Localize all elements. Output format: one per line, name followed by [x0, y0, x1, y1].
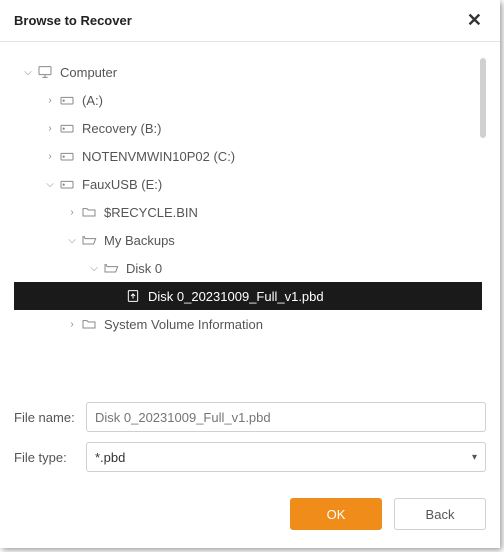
- chevron-down-icon[interactable]: ⌵: [86, 263, 102, 274]
- folder-icon: [80, 315, 98, 333]
- filetype-value: *.pbd: [95, 450, 125, 465]
- tree-label: Disk 0: [126, 261, 162, 276]
- tree-label: (A:): [82, 93, 103, 108]
- tree-node-drive-c[interactable]: › NOTENVMWIN10P02 (C:): [14, 142, 482, 170]
- folder-open-icon: [102, 259, 120, 277]
- tree-node-drive-a[interactable]: › (A:): [14, 86, 482, 114]
- tree-node-recycle[interactable]: › $RECYCLE.BIN: [14, 198, 482, 226]
- tree-node-sysvol[interactable]: › System Volume Information: [14, 310, 482, 338]
- tree-node-disk0[interactable]: ⌵ Disk 0: [14, 254, 482, 282]
- folder-open-icon: [80, 231, 98, 249]
- dialog-footer: OK Back: [0, 482, 500, 548]
- drive-icon: [58, 175, 76, 193]
- dialog-body: ⌵ Computer › (A:) › Recovery (B:): [0, 42, 500, 482]
- scrollbar[interactable]: [480, 58, 486, 392]
- monitor-icon: [36, 63, 54, 81]
- filetype-label: File type:: [14, 450, 86, 465]
- tree-node-backup-file[interactable]: Disk 0_20231009_Full_v1.pbd: [14, 282, 482, 310]
- chevron-down-icon[interactable]: ⌵: [20, 67, 36, 78]
- file-icon: [124, 287, 142, 305]
- filetype-select[interactable]: *.pbd ▾: [86, 442, 486, 472]
- ok-button[interactable]: OK: [290, 498, 382, 530]
- drive-icon: [58, 147, 76, 165]
- drive-icon: [58, 91, 76, 109]
- tree-label: Recovery (B:): [82, 121, 161, 136]
- file-tree: ⌵ Computer › (A:) › Recovery (B:): [14, 58, 486, 392]
- chevron-right-icon[interactable]: ›: [64, 207, 80, 218]
- close-icon[interactable]: ✕: [463, 10, 486, 31]
- tree-label: FauxUSB (E:): [82, 177, 162, 192]
- filetype-row: File type: *.pbd ▾: [14, 442, 486, 472]
- tree-label: Disk 0_20231009_Full_v1.pbd: [148, 289, 324, 304]
- chevron-right-icon[interactable]: ›: [42, 123, 58, 134]
- back-button[interactable]: Back: [394, 498, 486, 530]
- scrollbar-thumb[interactable]: [480, 58, 486, 138]
- tree-label: My Backups: [104, 233, 175, 248]
- tree-label: System Volume Information: [104, 317, 263, 332]
- chevron-right-icon[interactable]: ›: [42, 95, 58, 106]
- dialog-header: Browse to Recover ✕: [0, 0, 500, 42]
- tree-node-drive-recovery[interactable]: › Recovery (B:): [14, 114, 482, 142]
- filename-row: File name:: [14, 402, 486, 432]
- tree-node-my-backups[interactable]: ⌵ My Backups: [14, 226, 482, 254]
- chevron-down-icon: ▾: [472, 452, 477, 463]
- chevron-down-icon[interactable]: ⌵: [64, 235, 80, 246]
- chevron-right-icon[interactable]: ›: [42, 151, 58, 162]
- filename-input[interactable]: [86, 402, 486, 432]
- tree-node-drive-e[interactable]: ⌵ FauxUSB (E:): [14, 170, 482, 198]
- filename-label: File name:: [14, 410, 86, 425]
- chevron-down-icon[interactable]: ⌵: [42, 179, 58, 190]
- folder-icon: [80, 203, 98, 221]
- browse-dialog: Browse to Recover ✕ ⌵ Computer › (A:) ›: [0, 0, 500, 548]
- chevron-right-icon[interactable]: ›: [64, 319, 80, 330]
- drive-icon: [58, 119, 76, 137]
- tree-node-computer[interactable]: ⌵ Computer: [14, 58, 482, 86]
- tree-label: $RECYCLE.BIN: [104, 205, 198, 220]
- tree-label: NOTENVMWIN10P02 (C:): [82, 149, 235, 164]
- dialog-title: Browse to Recover: [14, 13, 132, 28]
- tree-label: Computer: [60, 65, 117, 80]
